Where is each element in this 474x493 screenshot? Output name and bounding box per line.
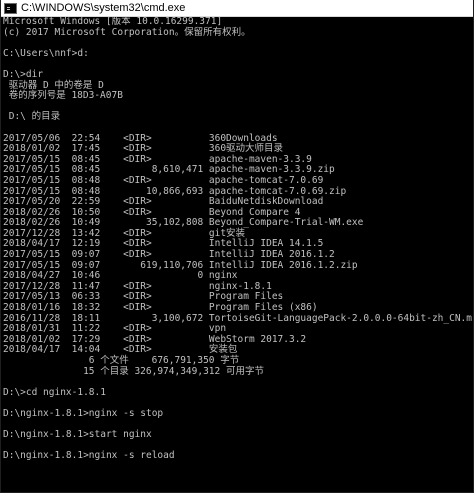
cmd-window: C:\WINDOWS\system32\cmd.exe Microsoft Wi…	[0, 0, 474, 493]
console-line: 2017/05/15 08:48 <DIR> apache-tomcat-7.0…	[3, 174, 324, 186]
console-line: D:\nginx-1.8.1>start nginx	[3, 429, 152, 441]
console-line: Microsoft Windows [版本 10.0.16299.371]	[3, 17, 223, 27]
console-line: 15 个目录 326,974,349,312 可用字节	[3, 365, 264, 377]
console-line: D:\nginx-1.8.1>nginx -s reload	[3, 450, 175, 462]
console-line: D:\>dir	[3, 68, 44, 80]
console-line: D:\>cd nginx-1.8.1	[3, 386, 106, 398]
window-title: C:\WINDOWS\system32\cmd.exe	[21, 1, 186, 14]
console-line: 6 个文件 676,791,350 字节	[3, 355, 240, 366]
console-line: (c) 2017 Microsoft Corporation。保留所有权利。	[3, 26, 251, 38]
console-line: D:\ 的目录	[3, 111, 61, 123]
console-line: C:\Users\nnf>d:	[3, 47, 89, 59]
console-line: 卷的序列号是 18D3-A07B	[3, 90, 123, 102]
console-line: D:\nginx-1.8.1>nginx -s stop	[3, 407, 164, 419]
cmd-icon	[4, 2, 17, 14]
title-bar[interactable]: C:\WINDOWS\system32\cmd.exe	[1, 0, 473, 17]
console-output[interactable]: Microsoft Windows [版本 10.0.16299.371] (c)…	[1, 17, 473, 492]
